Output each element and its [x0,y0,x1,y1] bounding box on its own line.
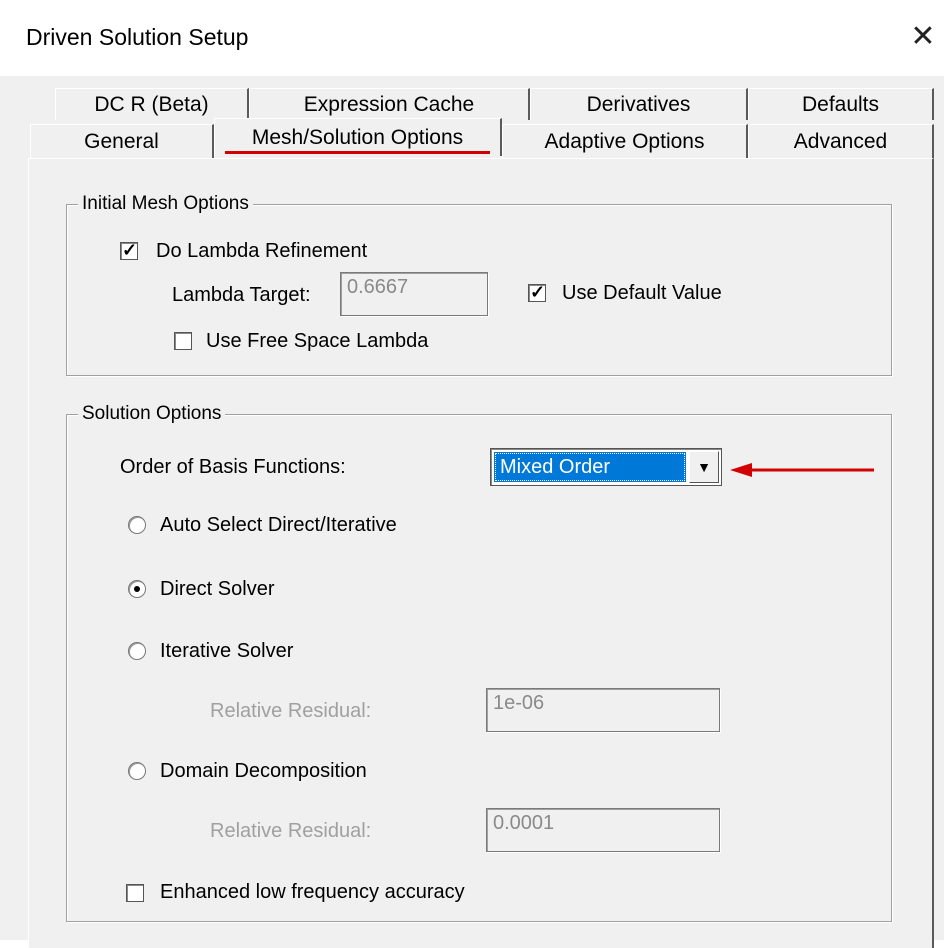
tab-label: General [84,130,159,153]
use-default-value-label: Use Default Value [562,282,722,304]
use-default-value-checkbox[interactable]: ✓ [528,282,546,302]
tab-label: Expression Cache [303,93,475,116]
group-legend: Solution Options [78,403,226,425]
use-free-space-lambda-label: Use Free Space Lambda [206,330,429,352]
tab-label: Mesh/Solution Options [251,126,464,149]
basis-functions-value: Mixed Order [494,452,686,482]
tab-label: Advanced [793,130,888,153]
lambda-target-field[interactable]: 0.6667 [340,272,488,316]
radio-domain-decomposition[interactable] [128,762,146,780]
title-bar: Driven Solution Setup ✕ [0,0,944,76]
domain-residual-field[interactable]: 0.0001 [486,808,720,852]
solution-options-group [66,414,892,922]
radio-iterative-solver-label: Iterative Solver [160,640,294,662]
radio-dot [134,586,140,592]
enhanced-low-frequency-checkbox[interactable] [126,884,144,902]
checkmark-icon: ✓ [530,282,546,302]
window-title: Driven Solution Setup [26,24,249,50]
iterative-residual-label: Relative Residual: [210,700,372,722]
tab-adaptive-options[interactable]: Adaptive Options [502,124,748,158]
do-lambda-refinement-label: Do Lambda Refinement [156,240,368,262]
annotation-underline [225,151,490,154]
radio-direct-solver-label: Direct Solver [160,578,275,600]
tab-label: Adaptive Options [544,130,705,153]
radio-auto-select[interactable] [128,516,146,534]
lambda-target-label: Lambda Target: [172,284,311,306]
tab-label: Defaults [801,93,880,116]
tab-defaults[interactable]: Defaults [748,88,934,120]
radio-auto-select-label: Auto Select Direct/Iterative [160,514,397,536]
close-icon[interactable]: ✕ [908,22,938,52]
chevron-down-icon[interactable]: ▼ [689,451,719,483]
do-lambda-refinement-checkbox[interactable]: ✓ [120,240,138,260]
tab-label: DC R (Beta) [94,93,209,116]
tab-mesh-solution-options[interactable]: Mesh/Solution Options [214,118,502,156]
group-legend: Initial Mesh Options [78,193,253,215]
tab-general[interactable]: General [30,124,214,158]
domain-residual-label: Relative Residual: [210,820,372,842]
tab-expression-cache[interactable]: Expression Cache [249,88,530,120]
iterative-residual-field[interactable]: 1e-06 [486,688,720,732]
enhanced-low-frequency-label: Enhanced low frequency accuracy [160,881,465,903]
tab-advanced[interactable]: Advanced [748,124,934,158]
use-free-space-lambda-checkbox[interactable] [174,332,192,350]
tab-derivatives[interactable]: Derivatives [530,88,748,120]
tab-dc-r-beta[interactable]: DC R (Beta) [55,88,249,120]
radio-domain-decomposition-label: Domain Decomposition [160,760,367,782]
basis-functions-label: Order of Basis Functions: [120,456,346,478]
red-arrow-icon [730,463,874,477]
checkmark-icon: ✓ [122,240,138,260]
radio-iterative-solver[interactable] [128,642,146,660]
tab-label: Derivatives [586,93,691,116]
basis-functions-select[interactable]: Mixed Order ▼ [490,448,722,486]
radio-direct-solver[interactable] [128,580,146,598]
